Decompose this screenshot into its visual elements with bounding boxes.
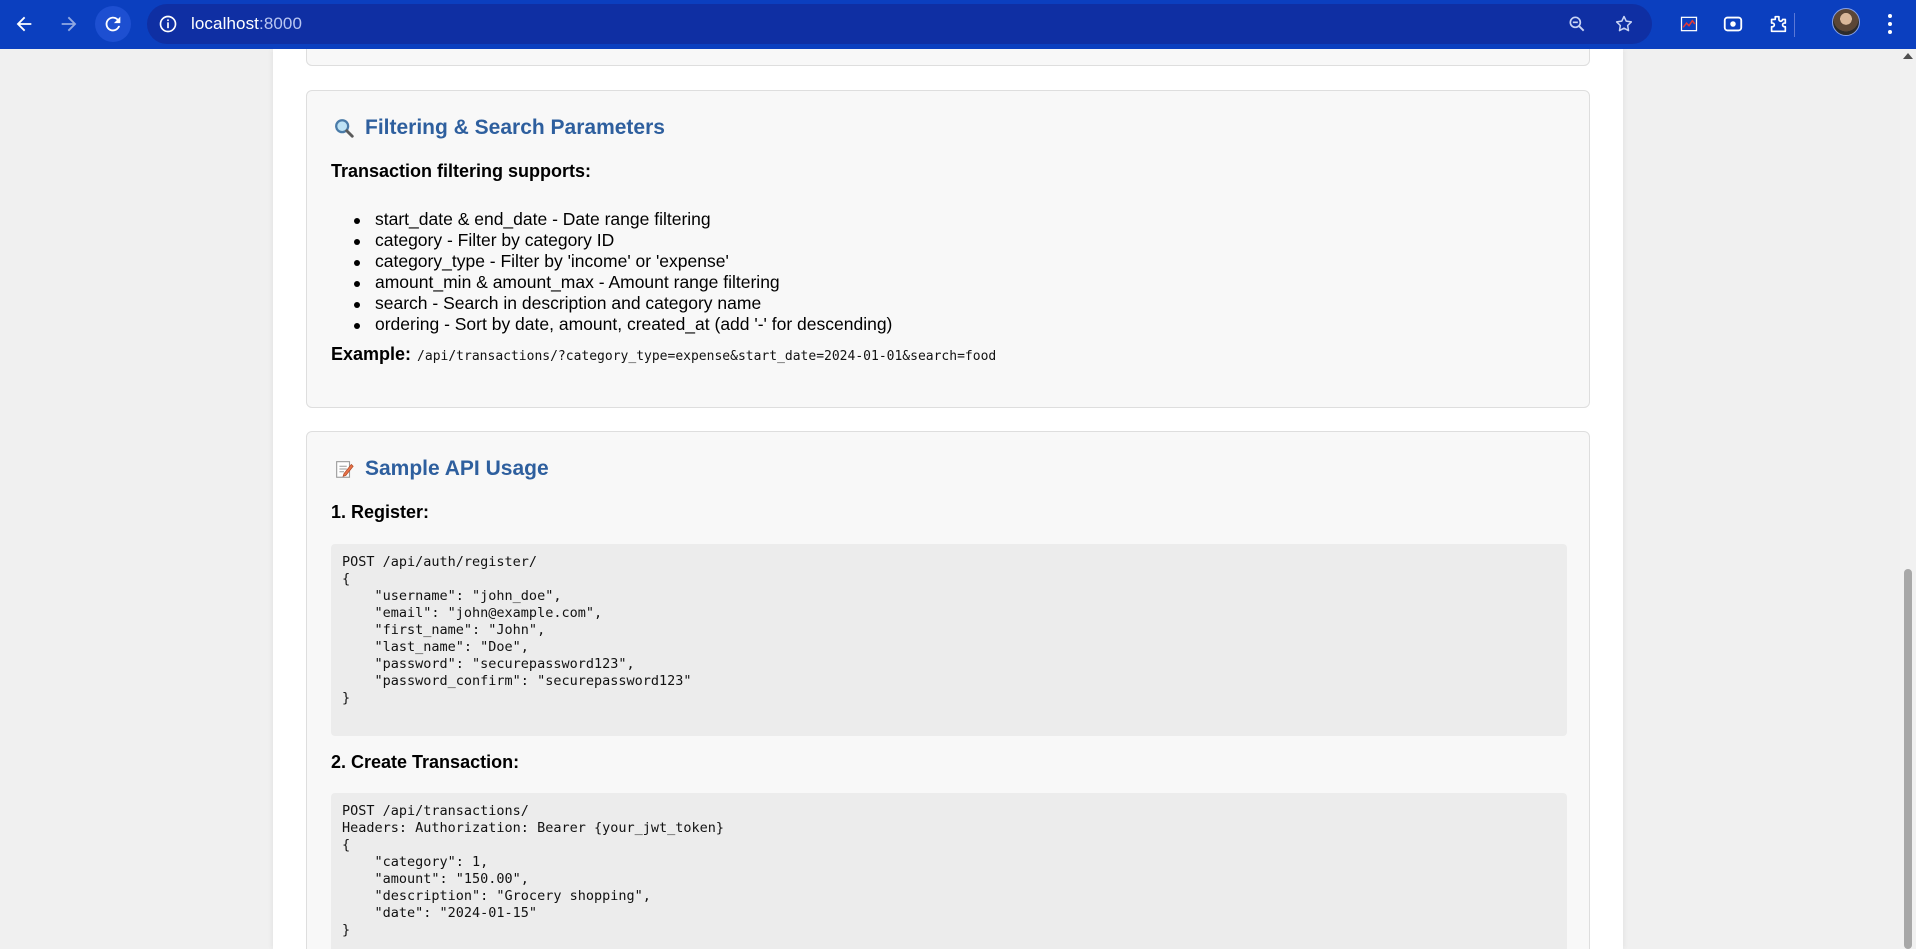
create-transaction-heading: 2. Create Transaction: xyxy=(331,752,520,772)
profile-avatar[interactable] xyxy=(1832,8,1860,36)
code-line: { xyxy=(342,837,351,853)
code-line: "amount": "150.00", xyxy=(342,871,529,887)
extension-screen-icon[interactable] xyxy=(1717,8,1749,40)
code-line: "username": "john_doe", xyxy=(342,588,562,604)
filter-example: Example: /api/transactions/?category_typ… xyxy=(331,344,996,365)
reload-button[interactable] xyxy=(95,6,131,42)
list-item: ordering - Sort by date, amount, created… xyxy=(351,314,892,335)
browser-menu-icon[interactable] xyxy=(1880,12,1900,36)
code-line: "last_name": "Doe", xyxy=(342,639,529,655)
docs-container: Filtering & Search Parameters Transactio… xyxy=(273,49,1623,949)
filtering-intro: Transaction filtering supports: xyxy=(331,161,592,181)
code-line: "description": "Grocery shopping", xyxy=(342,888,651,904)
reload-icon xyxy=(105,16,121,32)
scroll-up-arrow-icon[interactable] xyxy=(1903,53,1913,59)
filtering-title-text: Filtering & Search Parameters xyxy=(365,116,665,139)
browser-toolbar: localhost:8000 xyxy=(0,0,1916,49)
address-bar[interactable]: localhost:8000 xyxy=(147,4,1652,44)
forward-button[interactable] xyxy=(51,6,87,42)
zoom-icon[interactable] xyxy=(1566,13,1588,35)
list-item: amount_min & amount_max - Amount range f… xyxy=(351,272,892,293)
code-line: "category": 1, xyxy=(342,854,489,870)
code-line: "email": "john@example.com", xyxy=(342,605,603,621)
site-info-icon[interactable] xyxy=(157,13,179,35)
filter-parameter-list: start_date & end_date - Date range filte… xyxy=(351,209,892,335)
code-line: POST /api/auth/register/ xyxy=(342,554,538,570)
list-item: search - Search in description and categ… xyxy=(351,293,892,314)
example-code: /api/transactions/?category_type=expense… xyxy=(417,349,997,364)
arrow-left-icon xyxy=(16,16,32,32)
code-line: "date": "2024-01-15" xyxy=(342,905,538,921)
previous-section-bottom xyxy=(306,49,1590,66)
filtering-section-title: Filtering & Search Parameters xyxy=(331,116,665,140)
code-line: { xyxy=(342,571,351,587)
extension-chart-icon[interactable] xyxy=(1673,8,1705,40)
code-line: "password_confirm": "securepassword123" xyxy=(342,673,692,689)
extensions-puzzle-icon[interactable] xyxy=(1762,8,1794,40)
bookmark-star-icon[interactable] xyxy=(1613,13,1635,35)
code-line: } xyxy=(342,922,351,938)
scrollbar-thumb[interactable] xyxy=(1904,569,1912,949)
memo-icon xyxy=(331,457,357,481)
code-line: Headers: Authorization: Bearer {your_jwt… xyxy=(342,820,725,836)
sample-title-text: Sample API Usage xyxy=(365,457,549,480)
page-scrollbar[interactable] xyxy=(1900,49,1916,949)
url-text[interactable]: localhost:8000 xyxy=(191,14,302,34)
code-line: "password": "securepassword123", xyxy=(342,656,635,672)
toolbar-divider xyxy=(1794,13,1795,37)
filtering-section: Filtering & Search Parameters Transactio… xyxy=(306,90,1590,408)
list-item: category_type - Filter by 'income' or 'e… xyxy=(351,251,892,272)
magnifier-icon xyxy=(331,116,357,140)
arrow-right-icon xyxy=(61,16,77,32)
register-heading: 1. Register: xyxy=(331,502,430,522)
list-item: start_date & end_date - Date range filte… xyxy=(351,209,892,230)
url-host: localhost xyxy=(191,14,259,33)
url-port: :8000 xyxy=(259,14,303,33)
back-button[interactable] xyxy=(6,6,42,42)
code-line: POST /api/transactions/ xyxy=(342,803,529,819)
list-item: category - Filter by category ID xyxy=(351,230,892,251)
page-viewport: Filtering & Search Parameters Transactio… xyxy=(0,49,1900,949)
sample-section-title: Sample API Usage xyxy=(331,457,549,481)
sample-usage-section: Sample API Usage 1. Register: POST /api/… xyxy=(306,431,1590,949)
example-label: Example: xyxy=(331,344,412,364)
code-line: "first_name": "John", xyxy=(342,622,546,638)
code-line: } xyxy=(342,690,351,706)
create-transaction-code-block: POST /api/transactions/ Headers: Authori… xyxy=(331,793,1567,949)
register-code-block: POST /api/auth/register/ { "username": "… xyxy=(331,544,1567,736)
